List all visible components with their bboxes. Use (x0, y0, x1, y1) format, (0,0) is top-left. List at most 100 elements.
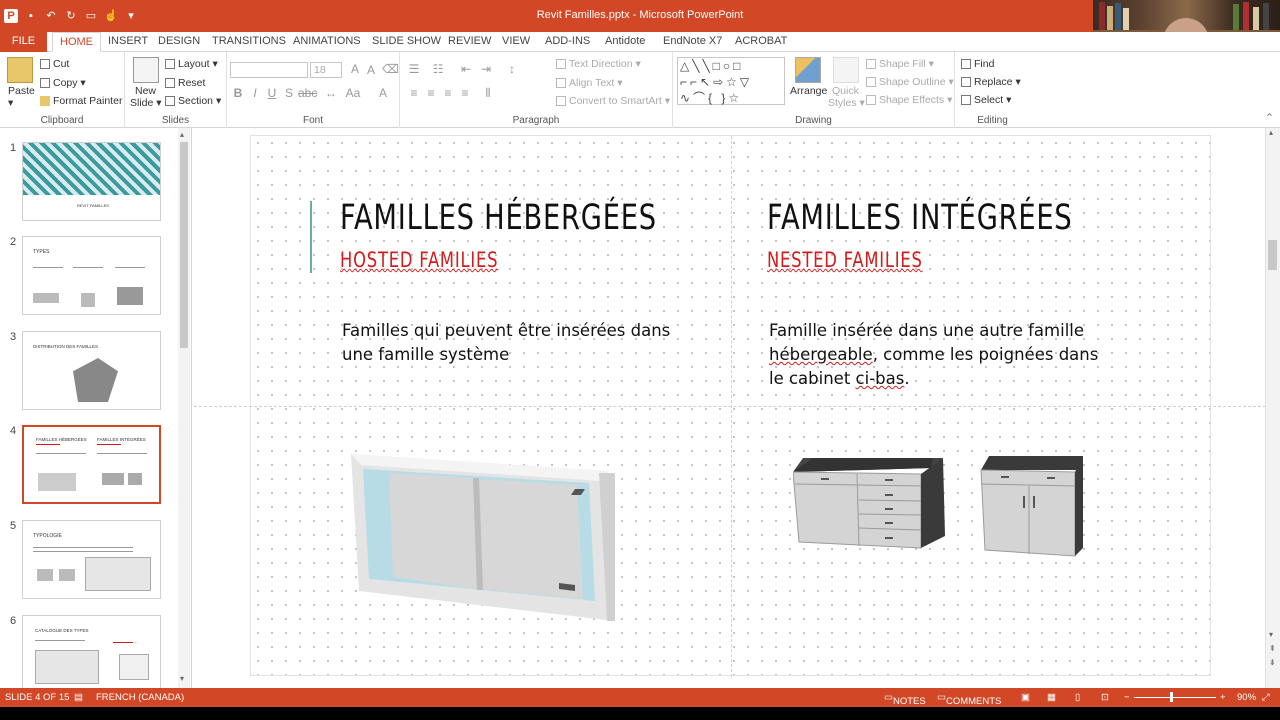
zoom-level[interactable]: 90% (1237, 692, 1256, 703)
text-direction-button[interactable]: Text Direction ▾ (556, 58, 641, 70)
thumbnails-scroll-thumb[interactable] (180, 142, 188, 348)
tab-endnote[interactable]: EndNote X7 (656, 32, 729, 52)
tab-design[interactable]: DESIGN (151, 32, 207, 52)
strikethrough-icon[interactable]: abc (298, 86, 317, 100)
clear-format-icon[interactable]: ⌫ (382, 62, 399, 76)
font-color-icon[interactable]: A (375, 86, 391, 100)
previous-slide-icon[interactable]: ⇞ (1269, 644, 1276, 653)
save-icon[interactable]: ▪ (24, 9, 38, 23)
tab-animations[interactable]: ANIMATIONS (286, 32, 368, 52)
zoom-out-icon[interactable]: − (1124, 692, 1130, 703)
presenter-icon[interactable]: ▭ (84, 9, 98, 23)
left-subtitle[interactable]: HOSTED FAMILIES (340, 248, 498, 272)
convert-smartart-button[interactable]: Convert to SmartArt ▾ (556, 95, 670, 107)
shadow-icon[interactable]: S (281, 86, 297, 100)
left-body-text[interactable]: Familles qui peuvent être insérées dans … (342, 319, 670, 367)
find-button[interactable]: Find (961, 58, 994, 70)
shrink-font-icon[interactable]: A (363, 63, 379, 77)
spellcheck-icon[interactable]: ▤ (74, 692, 83, 703)
arrange-icon[interactable] (795, 57, 821, 83)
underline-icon[interactable]: U (264, 86, 280, 100)
scroll-up-icon[interactable]: ▴ (180, 130, 184, 139)
zoom-slider-thumb[interactable] (1170, 692, 1173, 702)
line-spacing-icon[interactable]: ↕ (504, 62, 520, 76)
thumbnails-scrollbar[interactable]: ▴ ▾ (178, 128, 190, 688)
normal-view-icon[interactable]: ▣ (1021, 692, 1030, 703)
font-size-input[interactable]: 18 (310, 62, 342, 78)
scroll-up-icon[interactable]: ▴ (1269, 128, 1273, 137)
align-center-icon[interactable]: ≡ (423, 86, 439, 100)
new-slide-icon[interactable] (133, 57, 159, 83)
collapse-ribbon-icon[interactable]: ⌃ (1265, 112, 1274, 124)
reset-button[interactable]: Reset (165, 77, 205, 89)
right-subtitle[interactable]: NESTED FAMILIES (767, 248, 923, 272)
layout-button[interactable]: Layout ▾ (165, 58, 218, 70)
comments-button[interactable]: ▭ COMMENTS (937, 692, 1001, 707)
shape-fill-button[interactable]: Shape Fill ▾ (866, 58, 934, 70)
paste-button[interactable]: Paste (8, 85, 35, 97)
bold-icon[interactable]: B (230, 86, 246, 100)
slide-counter[interactable]: SLIDE 4 OF 15 (5, 692, 69, 703)
thumbnail-slide-5[interactable]: TYPOLOGIE (22, 520, 161, 599)
char-spacing-icon[interactable]: ↔ (323, 86, 339, 100)
tab-acrobat[interactable]: ACROBAT (728, 32, 794, 52)
zoom-slider-track[interactable] (1134, 697, 1216, 698)
format-painter-button[interactable]: Format Painter (40, 95, 122, 107)
reading-view-icon[interactable]: ▯ (1075, 692, 1080, 703)
notes-button[interactable]: ▭ NOTES (884, 692, 926, 707)
thumbnail-slide-3[interactable]: DISTRIBUTION DES FAMILLES (22, 331, 161, 410)
slide-scroll-thumb[interactable] (1268, 240, 1277, 270)
columns-icon[interactable]: ⫴ (480, 86, 496, 101)
slide-4[interactable]: FAMILLES HÉBERGÉES HOSTED FAMILIES Famil… (194, 135, 1266, 677)
tab-add-ins[interactable]: ADD-INS (538, 32, 597, 52)
thumbnail-slide-2[interactable]: TYPES (22, 236, 161, 315)
bullets-icon[interactable]: ☰ (406, 62, 422, 76)
change-case-icon[interactable]: Aa (345, 86, 361, 100)
grow-font-icon[interactable]: A (347, 62, 363, 76)
tab-insert[interactable]: INSERT (101, 32, 155, 52)
decrease-indent-icon[interactable]: ⇤ (458, 62, 474, 76)
cabinet-small-render-image[interactable] (979, 454, 1087, 560)
select-button[interactable]: Select ▾ (961, 94, 1011, 106)
tab-view[interactable]: VIEW (495, 32, 537, 52)
window-render-image[interactable] (349, 451, 619, 626)
thumbnail-slide-1[interactable]: REVIT FAMILLES (22, 142, 161, 221)
cabinet-large-render-image[interactable] (793, 454, 949, 552)
section-button[interactable]: Section ▾ (165, 95, 221, 107)
shape-outline-button[interactable]: Shape Outline ▾ (866, 76, 954, 88)
zoom-in-icon[interactable]: + (1220, 692, 1226, 703)
increase-indent-icon[interactable]: ⇥ (478, 62, 494, 76)
language-indicator[interactable]: FRENCH (CANADA) (96, 692, 184, 703)
slide-vertical-scrollbar[interactable]: ▴ ▾ ⇞ ⇟ (1265, 128, 1280, 688)
tab-transitions[interactable]: TRANSITIONS (205, 32, 293, 52)
scroll-down-icon[interactable]: ▾ (1269, 630, 1273, 639)
fit-slide-icon[interactable]: ⤢ (1262, 692, 1270, 703)
shape-effects-button[interactable]: Shape Effects ▾ (866, 94, 952, 106)
new-slide-button-line1[interactable]: New (135, 85, 156, 97)
quick-styles-button-line1[interactable]: Quick (832, 85, 859, 97)
touch-mode-icon[interactable]: ☝ (104, 9, 118, 23)
quick-styles-button-line2[interactable]: Styles ▾ (828, 97, 865, 109)
tab-antidote[interactable]: Antidote (598, 32, 652, 52)
right-title[interactable]: FAMILLES INTÉGRÉES (767, 198, 1073, 238)
thumbnail-slide-4-selected[interactable]: FAMILLES HÉBERGÉES FAMILLES INTÉGRÉES (22, 425, 161, 504)
justify-icon[interactable]: ≡ (457, 86, 473, 100)
copy-button[interactable]: Copy ▾ (40, 77, 86, 89)
left-title[interactable]: FAMILLES HÉBERGÉES (340, 198, 657, 238)
new-slide-button-line2[interactable]: Slide ▾ (130, 97, 162, 109)
align-text-button[interactable]: Align Text ▾ (556, 77, 623, 89)
scroll-down-icon[interactable]: ▾ (180, 674, 184, 683)
shapes-gallery[interactable]: △╲╲□○□ ⌐⌐↖⇨☆▽ ∿⌒{ }☆ (677, 57, 785, 105)
cut-button[interactable]: Cut (40, 58, 69, 70)
quick-styles-icon[interactable] (833, 57, 859, 83)
tab-review[interactable]: REVIEW (441, 32, 498, 52)
font-name-input[interactable] (230, 62, 308, 78)
italic-icon[interactable]: I (247, 86, 263, 100)
align-right-icon[interactable]: ≡ (440, 86, 456, 100)
numbering-icon[interactable]: ☷ (430, 62, 446, 76)
thumbnail-slide-6[interactable]: CATALOGUE DES TYPES (22, 615, 161, 688)
replace-button[interactable]: Replace ▾ (961, 76, 1021, 88)
paste-icon[interactable] (7, 57, 33, 83)
tab-home[interactable]: HOME (52, 32, 101, 52)
slide-sorter-icon[interactable]: ▦ (1047, 692, 1056, 703)
